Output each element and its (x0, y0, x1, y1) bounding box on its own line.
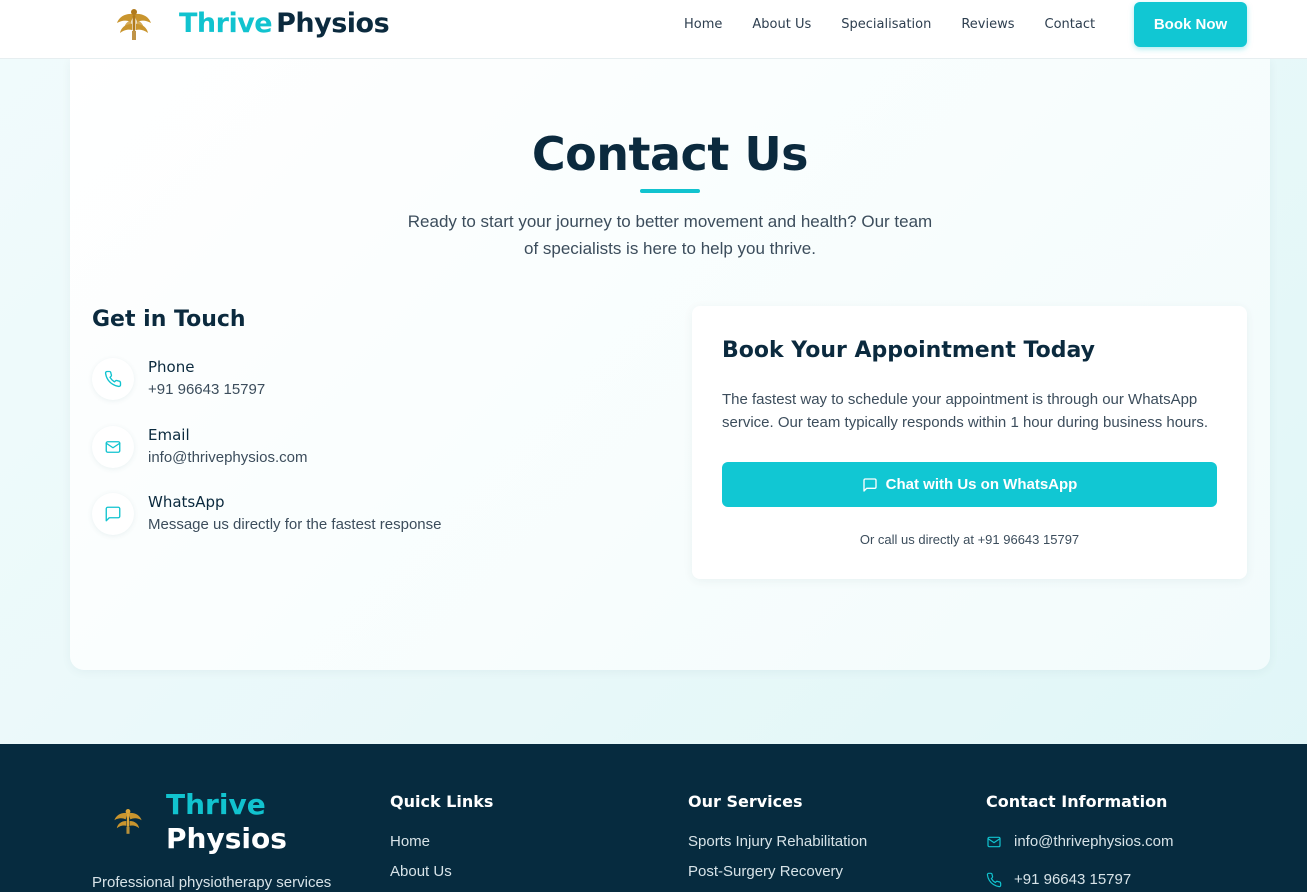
footer-contact: Contact Information info@thrivephysios.c… (986, 792, 1173, 888)
nav-link-about-us[interactable]: About Us (752, 17, 811, 32)
call-directly-text: Or call us directly at +91 96643 15797 (859, 532, 1080, 547)
footer-link-home[interactable]: Home (390, 833, 430, 850)
contact-section: Contact Us Ready to start your journey t… (70, 59, 1270, 670)
footer-email[interactable]: info@thrivephysios.com (986, 833, 1173, 850)
chat-icon (92, 493, 134, 535)
whatsapp-label: WhatsApp (148, 493, 225, 511)
brand-logo-link[interactable]: Thrive Physios (114, 4, 390, 44)
logo-icon (117, 9, 151, 40)
phone-icon (92, 358, 134, 400)
phone-icon (986, 872, 1004, 888)
nav-link-contact[interactable]: Contact (1045, 17, 1096, 32)
email-value[interactable]: info@thrivephysios.com (148, 449, 307, 466)
contact-subtitle: Ready to start your journey to better mo… (407, 212, 933, 258)
contact-item-phone: Phone +91 96643 15797 (92, 358, 512, 406)
nav-link-specialisation[interactable]: Specialisation (841, 17, 931, 32)
footer-service-sports-injury[interactable]: Sports Injury Rehabilitation (688, 833, 867, 850)
contact-item-whatsapp: WhatsApp Message us directly for the fas… (92, 493, 512, 541)
title-underline (640, 189, 700, 193)
phone-value[interactable]: +91 96643 15797 (148, 381, 265, 398)
footer-brand-physios: Physios (166, 822, 287, 855)
nav-link-reviews[interactable]: Reviews (961, 17, 1014, 32)
book-now-button[interactable]: Book Now (1134, 2, 1247, 47)
booking-card: Book Your Appointment Today The fastest … (692, 306, 1247, 579)
quick-links-heading: Quick Links (390, 792, 494, 811)
mail-icon (92, 426, 134, 468)
nav-link-home[interactable]: Home (684, 17, 722, 32)
footer-service-post-surgery[interactable]: Post-Surgery Recovery (688, 863, 843, 880)
whatsapp-value: Message us directly for the fastest resp… (148, 516, 442, 533)
contact-info-heading: Contact Information (986, 792, 1168, 811)
whatsapp-chat-button[interactable]: Chat with Us on WhatsApp (722, 462, 1217, 507)
footer-description: Professional physiotherapy services (92, 874, 332, 891)
navbar: Thrive Physios Home About Us Specialisati… (0, 0, 1307, 59)
mail-icon (986, 834, 1004, 850)
footer-email-value: info@thrivephysios.com (1014, 833, 1174, 850)
contact-item-email: Email info@thrivephysios.com (92, 426, 512, 474)
footer-quick-links: Quick Links Home About Us (390, 792, 494, 880)
booking-text: The fastest way to schedule your appoint… (722, 391, 1209, 431)
get-in-touch-heading: Get in Touch (92, 307, 246, 332)
whatsapp-chat-button-label: Chat with Us on WhatsApp (885, 476, 1078, 493)
footer-services: Our Services Sports Injury Rehabilitatio… (688, 792, 867, 880)
footer-logo-icon (114, 809, 142, 834)
email-label: Email (148, 426, 190, 444)
brand-name-physios: Physios (276, 8, 390, 39)
page-title: Contact Us (531, 127, 809, 181)
services-heading: Our Services (688, 792, 803, 811)
footer-phone-value: +91 96643 15797 (1014, 871, 1132, 888)
footer-phone[interactable]: +91 96643 15797 (986, 871, 1131, 888)
footer-link-about-us[interactable]: About Us (390, 863, 452, 880)
main-nav: Home About Us Specialisation Reviews Con… (684, 0, 1125, 48)
footer-brand-thrive: Thrive (166, 788, 266, 821)
booking-heading: Book Your Appointment Today (722, 338, 1095, 363)
chat-icon (862, 477, 878, 493)
brand-name-thrive: Thrive (179, 8, 273, 39)
phone-label: Phone (148, 358, 195, 376)
footer: Thrive Physios Professional physiotherap… (0, 744, 1307, 892)
